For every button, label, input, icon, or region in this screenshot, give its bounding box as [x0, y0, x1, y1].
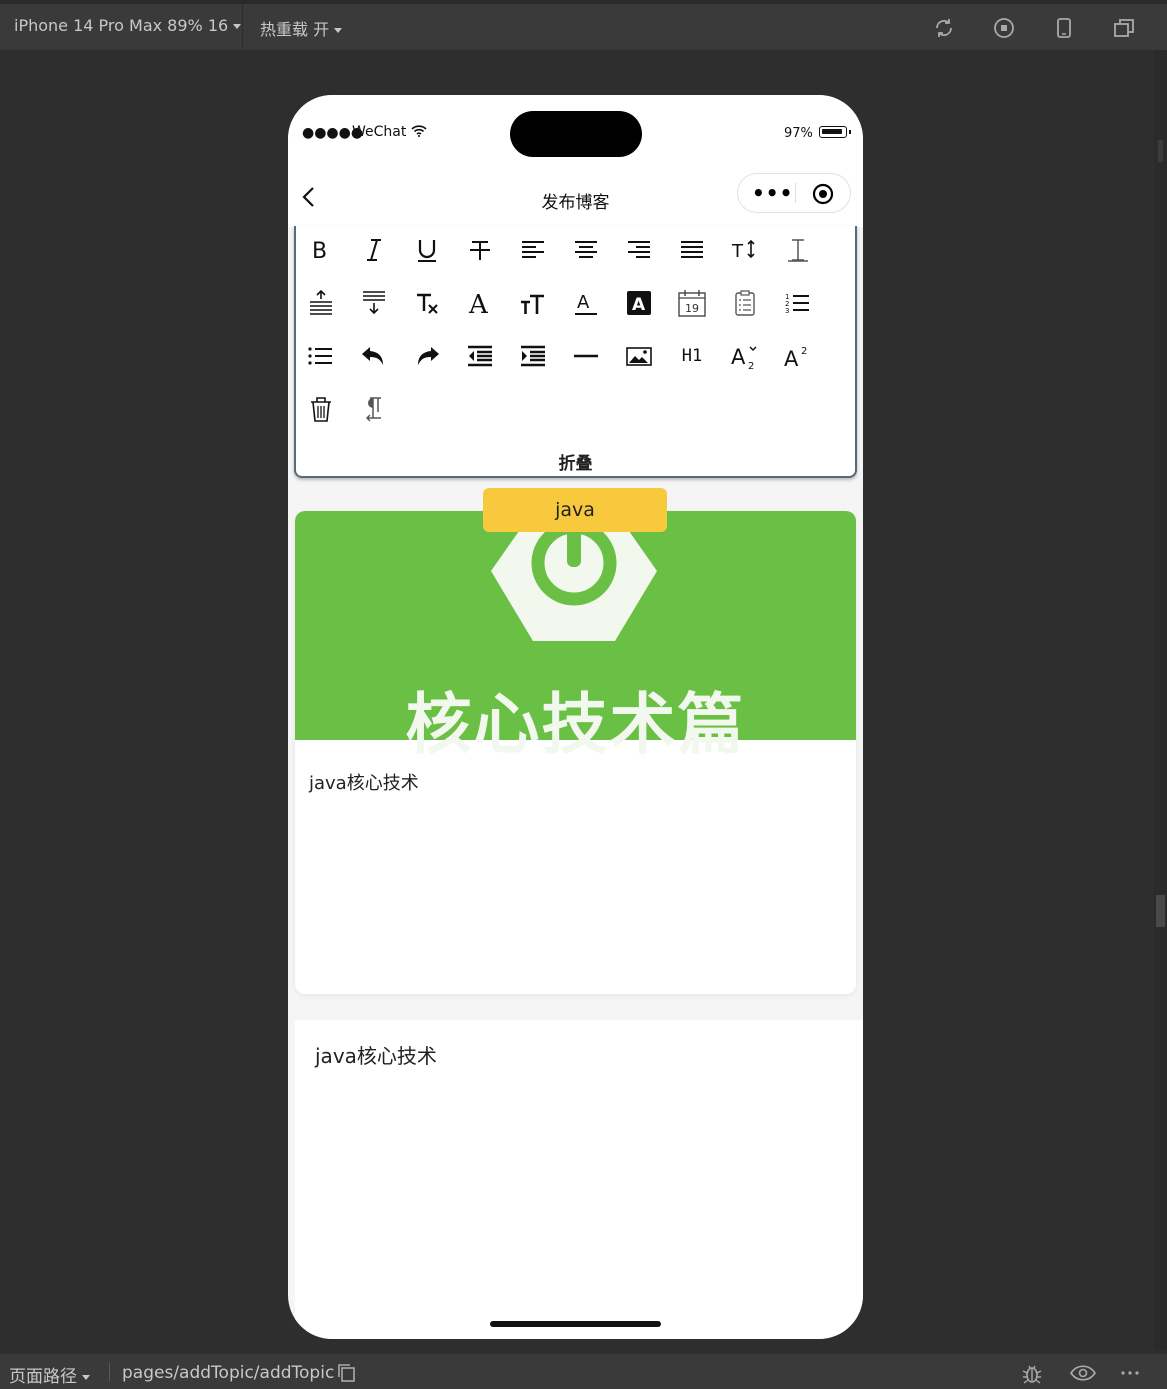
blog-card[interactable]: 核心技术篇 java核心技术	[295, 511, 856, 994]
rich-text-editor[interactable]: java核心技术	[295, 1020, 863, 1339]
close-target-icon[interactable]	[812, 183, 834, 205]
copy-icon[interactable]	[336, 1362, 358, 1384]
svg-text:A: A	[784, 347, 799, 371]
h1-button[interactable]: H1	[677, 341, 707, 371]
background-color-icon[interactable]: A	[624, 288, 654, 318]
stop-icon[interactable]	[992, 16, 1016, 40]
chevron-down-icon	[82, 1374, 90, 1380]
svg-text:A: A	[468, 290, 489, 318]
margin-top-icon[interactable]	[306, 288, 336, 318]
calendar-icon[interactable]: 19	[677, 288, 707, 318]
window-icon[interactable]	[1112, 16, 1136, 40]
ordered-list-icon[interactable]: 123	[783, 288, 813, 318]
svg-text:2: 2	[748, 361, 754, 371]
cover-title: 核心技术篇	[405, 686, 746, 763]
wifi-icon	[411, 125, 427, 137]
divider	[242, 4, 243, 50]
line-height-icon[interactable]: T	[730, 235, 760, 265]
phone-simulator: ●●●●● WeChat 97% 发布博客 ••• B T A A A 19 1…	[288, 95, 863, 1339]
mini-program-capsule: •••	[737, 173, 851, 213]
checklist-icon[interactable]	[730, 288, 760, 318]
devtools-bottom-bar: 页面路径 pages/addTopic/addTopic	[0, 1354, 1167, 1389]
text-direction-icon[interactable]	[359, 394, 389, 424]
fold-toolbar-button[interactable]: 折叠	[296, 449, 855, 474]
strikethrough-icon[interactable]	[465, 235, 495, 265]
category-tag[interactable]: java	[483, 488, 667, 532]
home-indicator	[490, 1321, 661, 1327]
svg-text:2: 2	[801, 346, 807, 357]
chevron-down-icon	[334, 28, 343, 33]
svg-text:T: T	[731, 241, 744, 262]
eye-icon[interactable]	[1070, 1362, 1096, 1384]
align-left-icon[interactable]	[518, 235, 548, 265]
italic-icon[interactable]	[359, 235, 389, 265]
battery-percent: 97%	[784, 126, 813, 141]
scrollbar[interactable]	[1154, 50, 1167, 1350]
align-center-icon[interactable]	[571, 235, 601, 265]
svg-text:19: 19	[685, 302, 699, 315]
font-color-icon[interactable]: A	[571, 288, 601, 318]
clear-format-icon[interactable]	[412, 288, 442, 318]
svg-text:B: B	[312, 239, 327, 264]
outdent-icon[interactable]	[465, 341, 495, 371]
indent-icon[interactable]	[518, 341, 548, 371]
letter-spacing-icon[interactable]	[783, 235, 813, 265]
align-right-icon[interactable]	[624, 235, 654, 265]
align-justify-icon[interactable]	[677, 235, 707, 265]
redo-icon[interactable]	[412, 341, 442, 371]
phone-preview-icon[interactable]	[1052, 16, 1076, 40]
device-selector[interactable]: iPhone 14 Pro Max 89% 16	[14, 16, 242, 35]
nav-bar: 发布博客 •••	[288, 167, 863, 227]
subscript-icon[interactable]: A2	[730, 341, 760, 371]
hot-reload-selector[interactable]: 热重载 开	[260, 16, 343, 40]
undo-icon[interactable]	[359, 341, 389, 371]
font-family-icon[interactable]: A	[465, 288, 495, 318]
editor-content[interactable]: java核心技术	[315, 1040, 437, 1069]
compile-icon[interactable]	[932, 16, 956, 40]
margin-bottom-icon[interactable]	[359, 288, 389, 318]
bold-icon[interactable]: B	[306, 235, 336, 265]
trash-icon[interactable]	[306, 394, 336, 424]
carrier-label: WeChat	[352, 124, 427, 140]
more-icon[interactable]: •••	[752, 183, 793, 203]
cover-image: 核心技术篇	[295, 511, 856, 763]
chevron-down-icon	[233, 24, 242, 29]
devtools-top-bar: iPhone 14 Pro Max 89% 16 热重载 开	[0, 0, 1167, 50]
bug-icon[interactable]	[1021, 1362, 1043, 1384]
dynamic-island	[510, 111, 642, 157]
more-icon[interactable]	[1119, 1362, 1141, 1384]
bullet-list-icon[interactable]	[306, 341, 336, 371]
battery-icon	[819, 126, 851, 138]
editor-toolbar: B T A A A 19 123 H1 A2 A2 折叠	[294, 226, 857, 478]
scrollbar-thumb[interactable]	[1156, 895, 1165, 927]
card-title: java核心技术	[309, 773, 419, 794]
status-bar: ●●●●● WeChat 97%	[288, 95, 863, 167]
image-icon[interactable]	[624, 341, 654, 371]
svg-text:A: A	[731, 345, 746, 369]
svg-text:A: A	[577, 292, 590, 313]
divider-icon[interactable]	[571, 341, 601, 371]
underline-icon[interactable]	[412, 235, 442, 265]
superscript-icon[interactable]: A2	[783, 341, 813, 371]
font-size-icon[interactable]	[518, 288, 548, 318]
svg-text:3: 3	[785, 307, 789, 315]
page-path: pages/addTopic/addTopic	[122, 1363, 335, 1383]
svg-text:A: A	[632, 295, 646, 315]
page-path-selector[interactable]: 页面路径	[9, 1362, 90, 1387]
